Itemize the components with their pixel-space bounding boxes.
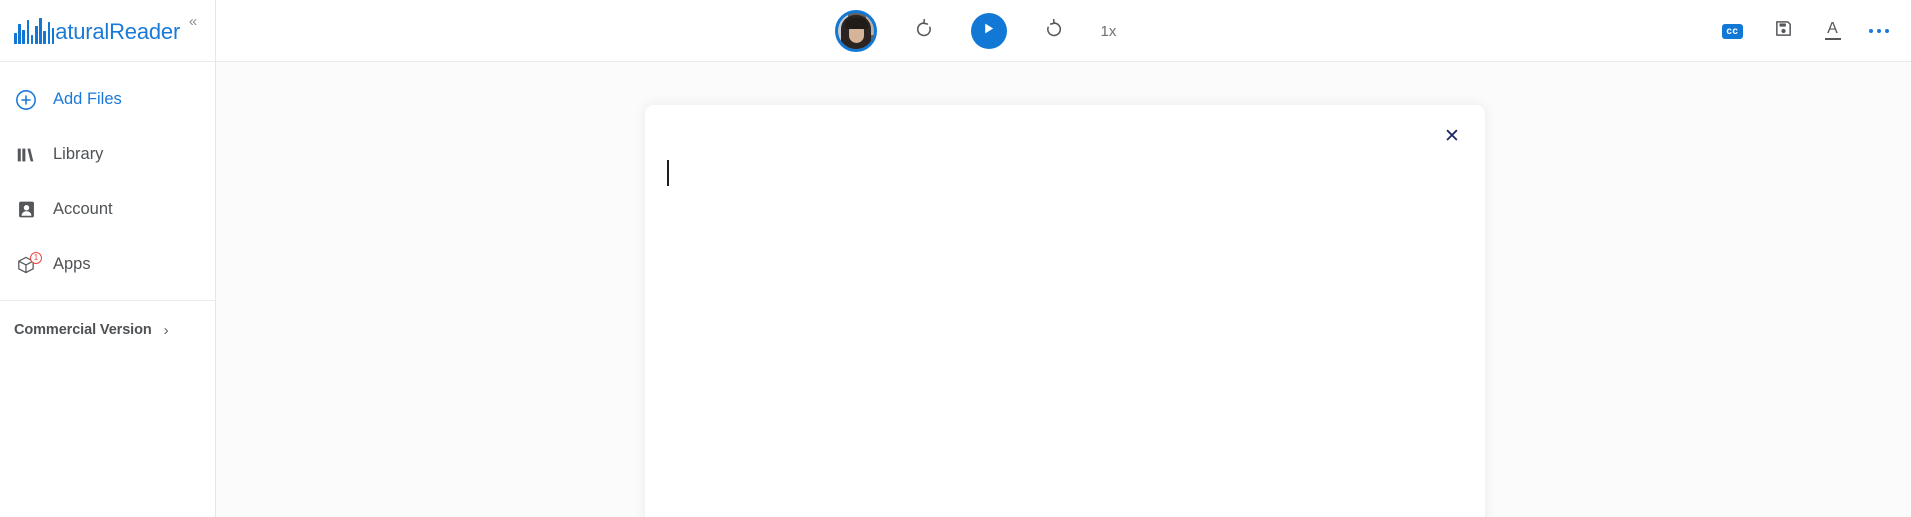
forward-button[interactable] [1039,16,1069,46]
text-caret [667,160,669,186]
document-close-button[interactable]: ✕ [1439,123,1465,149]
sidebar-item-commercial-version[interactable]: Commercial Version › [0,301,215,359]
chevron-right-icon: › [163,321,169,339]
logo-text: aturalReader [55,18,181,44]
app-logo[interactable]: aturalReader [14,17,181,44]
main-content-area: ✕ [216,62,1911,517]
apps-cube-icon: 1 [14,251,42,277]
top-toolbar: 1x cc A [216,0,1911,62]
plus-circle-icon [14,88,38,112]
save-button[interactable] [1769,16,1799,46]
playback-speed-button[interactable]: 1x [1101,23,1121,40]
sidebar: aturalReader « Add Files Library Account… [0,0,216,517]
sidebar-item-add-files[interactable]: Add Files [0,72,215,127]
close-x-icon: ✕ [1444,125,1460,147]
document-panel: ✕ [645,105,1485,517]
avatar-bangs [844,18,868,29]
font-underline-bar [1824,38,1841,40]
more-options-button[interactable] [1867,23,1892,40]
account-person-icon [14,198,38,222]
voice-avatar[interactable] [834,10,877,52]
floppy-save-icon [1774,19,1793,43]
player-controls: 1x [834,0,1121,62]
closed-captions-toggle[interactable]: cc [1722,23,1743,39]
logo-waveform-icon [14,17,55,44]
sidebar-header: aturalReader « [0,0,215,62]
sidebar-item-apps[interactable]: 1 Apps [0,237,215,292]
toolbar-right-actions: cc A [1722,0,1891,62]
three-dots-icon-dot-1 [1868,28,1873,34]
app-root: aturalReader « Add Files Library Account… [0,0,1911,517]
books-icon [14,143,38,167]
rewind-button[interactable] [909,16,939,46]
document-text-editor[interactable] [667,155,1463,517]
sidebar-nav: Add Files Library Account 1 Apps [0,62,215,292]
forward-arrow-icon [1043,18,1065,45]
apps-badge-count: 1 [30,251,42,264]
sidebar-item-label: Account [53,200,113,219]
sidebar-item-library[interactable]: Library [0,127,215,182]
sidebar-item-account[interactable]: Account [0,182,215,237]
play-button[interactable] [970,13,1007,49]
three-dots-icon-dot-3 [1884,28,1889,34]
sidebar-item-label: Add Files [53,90,122,109]
chevron-double-left-glyph: « [188,12,198,30]
three-dots-icon-dot-2 [1876,28,1881,34]
play-icon [981,21,996,41]
font-a-icon: A [1827,20,1838,38]
rewind-arrow-icon [913,18,935,45]
font-settings-button[interactable]: A [1824,20,1841,40]
sidebar-item-label: Library [53,145,104,164]
commercial-version-label: Commercial Version [14,322,152,338]
sidebar-item-label: Apps [53,255,91,274]
sidebar-collapse-icon[interactable]: « [181,9,205,33]
